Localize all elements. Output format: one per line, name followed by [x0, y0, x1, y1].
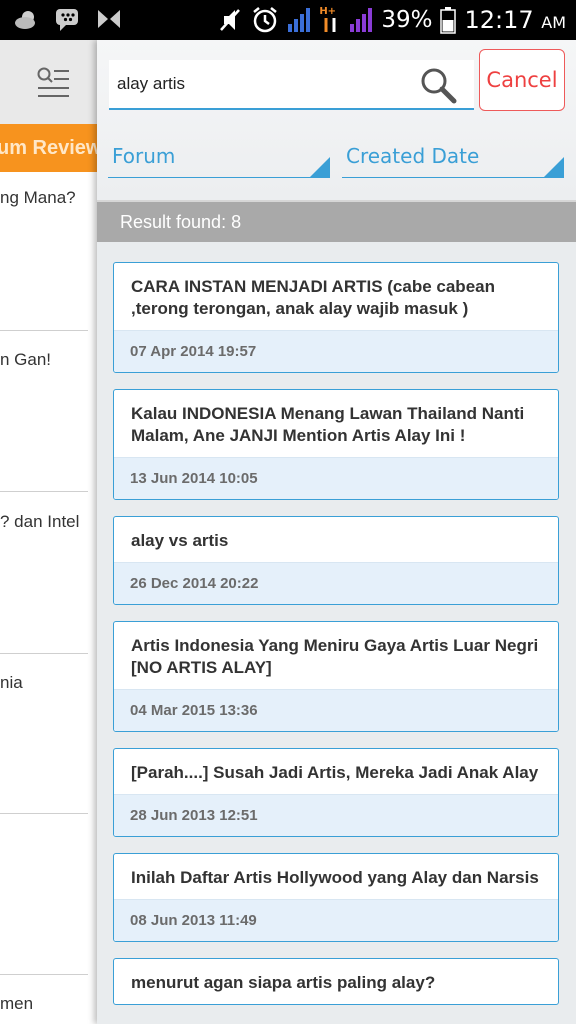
- search-header: Cancel Forum Created Date: [97, 40, 576, 200]
- network-type-indicator: H+: [319, 6, 341, 34]
- drawer-item[interactable]: ng Mana?: [0, 188, 97, 208]
- result-date: 08 Jun 2013 11:49: [114, 899, 558, 941]
- result-title: menurut agan siapa artis paling alay?: [131, 973, 436, 992]
- app-root: H+ 39% 12:17 AM um Review ng Mana? n Gan…: [0, 0, 576, 1024]
- drawer-item[interactable]: men: [0, 994, 97, 1014]
- status-bar-right: H+ 39% 12:17 AM: [217, 0, 566, 40]
- drawer-divider: [0, 653, 88, 654]
- result-date: 07 Apr 2014 19:57: [114, 330, 558, 372]
- search-icon[interactable]: [420, 67, 458, 105]
- date-dropdown-label: Created Date: [346, 144, 480, 168]
- result-title: [Parah....] Susah Jadi Artis, Mereka Jad…: [131, 763, 539, 782]
- bbm-icon: [56, 9, 78, 31]
- result-title: CARA INSTAN MENJADI ARTIS (cabe cabean ,…: [131, 277, 495, 318]
- drawer-item[interactable]: n Gan!: [0, 350, 97, 370]
- result-count-bar: Result found: 8: [97, 200, 576, 242]
- result-title: Inilah Daftar Artis Hollywood yang Alay …: [131, 868, 539, 887]
- result-title: Kalau INDONESIA Menang Lawan Thailand Na…: [131, 404, 525, 445]
- result-card[interactable]: [Parah....] Susah Jadi Artis, Mereka Jad…: [113, 748, 559, 837]
- drawer-tab-forum-review[interactable]: um Review: [0, 124, 97, 172]
- results-list: CARA INSTAN MENJADI ARTIS (cabe cabean ,…: [113, 262, 559, 1021]
- result-card[interactable]: Inilah Daftar Artis Hollywood yang Alay …: [113, 853, 559, 942]
- cancel-button[interactable]: Cancel: [479, 49, 565, 111]
- result-date: 26 Dec 2014 20:22: [114, 562, 558, 604]
- result-card[interactable]: CARA INSTAN MENJADI ARTIS (cabe cabean ,…: [113, 262, 559, 373]
- signal2-icon: [350, 8, 373, 32]
- result-title: Artis Indonesia Yang Meniru Gaya Artis L…: [131, 636, 539, 677]
- battery-percent: 39%: [381, 7, 433, 33]
- drawer-divider: [0, 330, 88, 331]
- drawer-divider: [0, 974, 88, 975]
- drawer-divider: [0, 491, 88, 492]
- drawer-item[interactable]: ? dan Intel: [0, 512, 97, 532]
- date-dropdown[interactable]: Created Date: [342, 144, 564, 178]
- status-bar: H+ 39% 12:17 AM: [0, 0, 576, 40]
- alarm-icon: [253, 7, 278, 33]
- forum-dropdown-label: Forum: [112, 144, 176, 168]
- result-date: 04 Mar 2015 13:36: [114, 689, 558, 731]
- drawer-divider: [0, 813, 88, 814]
- result-date: 13 Jun 2014 10:05: [114, 457, 558, 499]
- forum-dropdown[interactable]: Forum: [108, 144, 330, 178]
- status-bar-left: [14, 6, 122, 32]
- result-card[interactable]: alay vs artis 26 Dec 2014 20:22: [113, 516, 559, 605]
- hourglass-icon: [98, 10, 120, 28]
- weather-icon: [15, 11, 35, 29]
- background-drawer: um Review ng Mana? n Gan! ? dan Intel ni…: [0, 40, 97, 1024]
- drawer-header: [0, 40, 97, 124]
- search-box: [109, 60, 474, 110]
- battery-icon: [440, 7, 457, 34]
- search-input[interactable]: [117, 68, 407, 100]
- dropdown-triangle-icon: [544, 157, 564, 177]
- result-card[interactable]: Artis Indonesia Yang Meniru Gaya Artis L…: [113, 621, 559, 732]
- search-panel: Cancel Forum Created Date Result found: …: [97, 40, 576, 1024]
- clock-ampm: AM: [541, 13, 566, 32]
- result-card[interactable]: Kalau INDONESIA Menang Lawan Thailand Na…: [113, 389, 559, 500]
- mute-icon: [220, 9, 241, 31]
- result-count: Result found: 8: [120, 212, 242, 232]
- data-arrows-icon: [324, 18, 336, 32]
- result-title: alay vs artis: [131, 531, 229, 550]
- clock: 12:17 AM: [464, 6, 566, 34]
- dropdown-triangle-icon: [310, 157, 330, 177]
- search-menu-icon[interactable]: [36, 66, 70, 98]
- result-date: 28 Jun 2013 12:51: [114, 794, 558, 836]
- result-card[interactable]: menurut agan siapa artis paling alay?: [113, 958, 559, 1005]
- drawer-item[interactable]: nia: [0, 673, 97, 693]
- clock-time: 12:17: [464, 6, 534, 34]
- signal-icon: [288, 8, 311, 32]
